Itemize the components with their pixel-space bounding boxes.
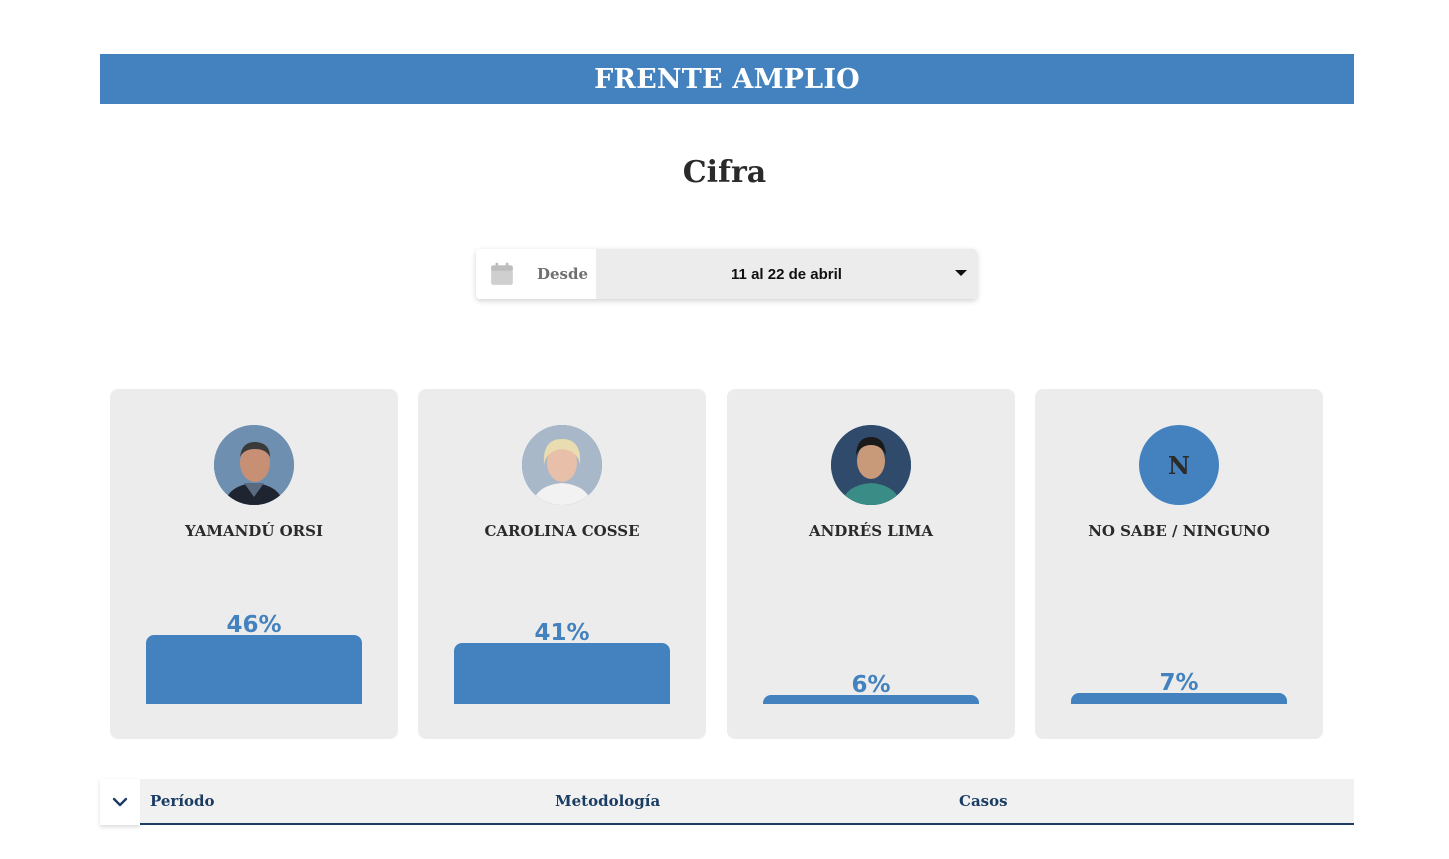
vote-bar: [454, 643, 670, 704]
calendar-icon: [491, 262, 513, 285]
date-range-select[interactable]: 11 al 22 de abril: [596, 249, 977, 299]
candidate-card: ANDRÉS LIMA 6%: [727, 389, 1015, 739]
candidate-name: CAROLINA COSSE: [484, 522, 640, 540]
vote-bar: [146, 635, 362, 704]
details-table-header: Período Metodología Casos: [100, 779, 1354, 825]
column-header-period: Período: [150, 792, 215, 810]
avatar-letter: N: [1168, 450, 1190, 480]
candidate-name: NO SABE / NINGUNO: [1088, 522, 1270, 540]
candidate-avatar: [214, 425, 294, 505]
person-photo-icon: [214, 425, 294, 505]
expand-toggle-button[interactable]: [100, 779, 140, 825]
bar-area: 41%: [454, 554, 670, 704]
candidate-name: ANDRÉS LIMA: [808, 522, 934, 540]
candidate-avatar: [522, 425, 602, 505]
bar-area: 7%: [1071, 554, 1287, 704]
banner-title: FRENTE AMPLIO: [594, 63, 860, 95]
chevron-down-icon: [112, 797, 128, 807]
column-header-cases: Casos: [959, 792, 1008, 810]
date-range-value: 11 al 22 de abril: [731, 265, 842, 283]
bar-area: 6%: [763, 554, 979, 704]
caret-down-icon: [955, 270, 967, 276]
page-title: Cifra: [682, 155, 767, 190]
date-filter-label-box: Desde: [476, 249, 596, 299]
date-filter-label: Desde: [537, 265, 589, 283]
party-banner: FRENTE AMPLIO: [100, 54, 1354, 104]
candidate-card: N NO SABE / NINGUNO 7%: [1035, 389, 1323, 739]
vote-bar: [1071, 693, 1287, 704]
candidate-card: YAMANDÚ ORSI 46%: [110, 389, 398, 739]
candidate-card: CAROLINA COSSE 41%: [418, 389, 706, 739]
vote-bar: [763, 695, 979, 704]
bar-area: 46%: [146, 554, 362, 704]
date-filter[interactable]: Desde 11 al 22 de abril: [476, 249, 977, 299]
candidate-avatar: N: [1139, 425, 1219, 505]
candidate-name: YAMANDÚ ORSI: [184, 522, 324, 540]
column-header-methodology: Metodología: [555, 792, 661, 810]
candidate-avatar: [831, 425, 911, 505]
person-photo-icon: [831, 425, 911, 505]
column-header-row: Período Metodología Casos: [140, 779, 1354, 825]
person-photo-icon: [522, 425, 602, 505]
